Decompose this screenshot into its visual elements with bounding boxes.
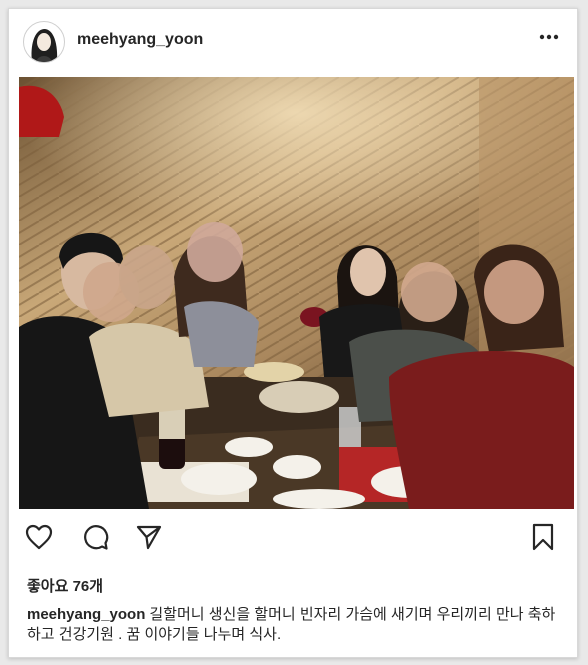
caption-username[interactable]: meehyang_yoon — [27, 606, 145, 623]
bookmark-icon[interactable] — [527, 521, 559, 553]
post-username[interactable]: meehyang_yoon — [77, 31, 203, 49]
instagram-post-card: meehyang_yoon 좋아요 76개 meehyang_yoon 길할머니… — [8, 8, 578, 658]
more-options-icon[interactable] — [535, 27, 563, 47]
comment-icon[interactable] — [79, 521, 111, 553]
post-header: meehyang_yoon — [9, 9, 577, 73]
avatar[interactable] — [23, 21, 65, 63]
heart-icon[interactable] — [23, 521, 55, 553]
post-actions — [9, 521, 577, 557]
likes-count[interactable]: 좋아요 76개 — [27, 575, 103, 596]
post-caption: meehyang_yoon 길할머니 생신을 할머니 빈자리 가슴에 새기며 우리… — [27, 605, 567, 645]
send-icon[interactable] — [133, 521, 165, 553]
post-photo[interactable] — [19, 77, 574, 509]
